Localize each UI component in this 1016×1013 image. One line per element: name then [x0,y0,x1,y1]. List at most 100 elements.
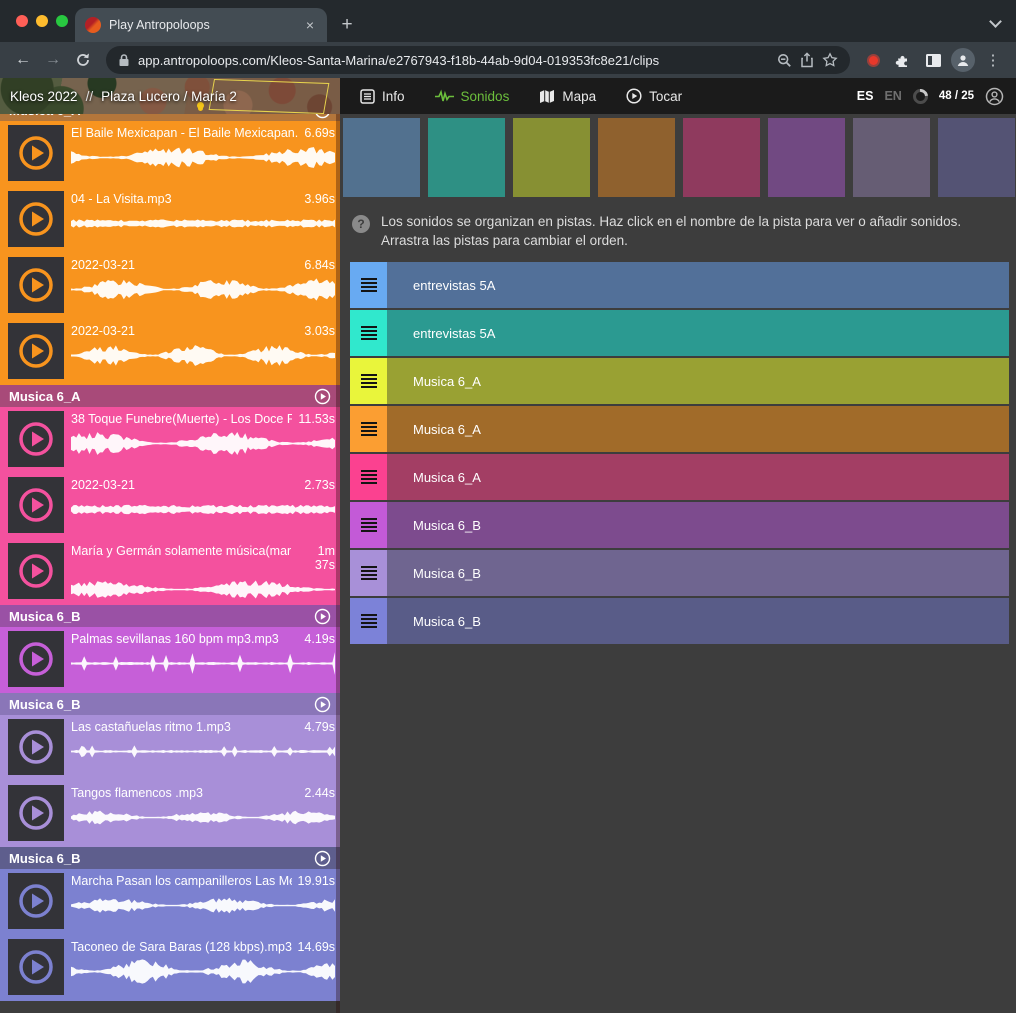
window-zoom-button[interactable] [56,15,68,27]
window-close-button[interactable] [16,15,28,27]
track-swatch[interactable] [938,118,1015,197]
track-section-header[interactable]: Musica 6_B [0,693,340,715]
track-drag-handle[interactable] [350,310,387,356]
track-row-body[interactable]: Musica 6_B [387,502,1009,548]
zoom-page-icon[interactable] [777,53,792,68]
clip-play-button[interactable] [8,257,64,313]
map-thumbnail[interactable]: Kleos 2022 // Plaza Lucero / María 2 [0,78,340,114]
track-row-body[interactable]: Musica 6_B [387,550,1009,596]
track-swatch[interactable] [853,118,930,197]
track-drag-handle[interactable] [350,454,387,500]
track-row[interactable]: Musica 6_A [350,406,1009,452]
track-row[interactable]: Musica 6_A [350,358,1009,404]
track-row[interactable]: Musica 6_B [350,502,1009,548]
track-row-body[interactable]: entrevistas 5A [387,310,1009,356]
clip-waveform[interactable] [71,496,335,523]
clip-waveform[interactable] [71,958,335,985]
track-drag-handle[interactable] [350,502,387,548]
track-section-header[interactable]: Musica 6_B [0,605,340,627]
nav-info[interactable]: Info [360,89,405,104]
track-row[interactable]: Musica 6_B [350,550,1009,596]
clip-waveform[interactable] [71,276,335,303]
tab-search-chevron-icon[interactable] [989,15,1002,28]
track-drag-handle[interactable] [350,262,387,308]
section-play-icon[interactable] [314,608,331,625]
breadcrumb-scene[interactable]: Plaza Lucero / María 2 [101,89,237,104]
forward-button[interactable]: → [40,47,66,73]
track-drag-handle[interactable] [350,598,387,644]
clip-play-button[interactable] [8,477,64,533]
clip-waveform[interactable] [71,210,335,237]
clip-title: Tangos flamencos .mp3 [71,786,298,800]
track-swatch[interactable] [683,118,760,197]
section-play-icon[interactable] [314,388,331,405]
clip-waveform[interactable] [71,342,335,369]
track-swatch[interactable] [428,118,505,197]
reload-button[interactable] [70,47,96,73]
share-icon[interactable] [800,52,814,68]
section-play-icon[interactable] [314,114,331,119]
side-panel-button[interactable] [920,47,946,73]
track-row[interactable]: Musica 6_A [350,454,1009,500]
account-icon[interactable] [985,87,1004,106]
nav-tocar[interactable]: Tocar [626,88,682,104]
clip-play-button[interactable] [8,873,64,929]
nav-mapa[interactable]: Mapa [539,89,596,104]
side-panel-icon [925,53,942,68]
lang-es-button[interactable]: ES [857,89,874,103]
clip-waveform[interactable] [71,738,335,765]
section-play-icon[interactable] [314,696,331,713]
track-row[interactable]: Musica 6_B [350,598,1009,644]
new-tab-button[interactable]: + [333,11,361,39]
clip-play-button[interactable] [8,191,64,247]
clip-waveform[interactable] [71,430,335,457]
address-bar[interactable]: app.antropoloops.com/Kleos-Santa-Marina/… [106,46,850,74]
section-play-icon[interactable] [314,850,331,867]
clip-waveform[interactable] [71,650,335,677]
clip-play-button[interactable] [8,323,64,379]
lang-en-button[interactable]: EN [884,89,901,103]
track-row[interactable]: entrevistas 5A [350,262,1009,308]
clip-waveform[interactable] [71,804,335,831]
clip-waveform[interactable] [71,144,335,171]
clip-play-button[interactable] [8,631,64,687]
back-button[interactable]: ← [10,47,36,73]
track-drag-handle[interactable] [350,406,387,452]
window-minimize-button[interactable] [36,15,48,27]
track-drag-handle[interactable] [350,550,387,596]
clip-play-button[interactable] [8,125,64,181]
browser-tab[interactable]: Play Antropoloops × [75,8,327,42]
sidebar-scrollbar[interactable] [336,114,340,1013]
track-swatch[interactable] [343,118,420,197]
track-drag-handle[interactable] [350,358,387,404]
clip-waveform[interactable] [71,892,335,919]
recording-extension-button[interactable] [860,47,886,73]
tab-close-icon[interactable]: × [303,17,317,33]
track-swatch[interactable] [513,118,590,197]
track-section-header[interactable]: Musica 6_A [0,385,340,407]
track-swatch[interactable] [768,118,845,197]
profile-button[interactable] [950,47,976,73]
track-row-body[interactable]: Musica 6_A [387,454,1009,500]
track-section-header[interactable]: Musica 6_B [0,847,340,869]
clip-play-button[interactable] [8,785,64,841]
clip-waveform[interactable] [71,576,335,603]
track-row-body[interactable]: Musica 6_B [387,598,1009,644]
clip-play-button[interactable] [8,543,64,599]
clip-main: Las castañuelas ritmo 1.mp3 4.79s [71,719,335,777]
breadcrumb-project[interactable]: Kleos 2022 [10,89,78,104]
browser-menu-button[interactable]: ⋮ [980,47,1006,73]
track-row-body[interactable]: Musica 6_A [387,358,1009,404]
clip-play-button[interactable] [8,939,64,995]
extensions-button[interactable] [890,47,916,73]
track-row-body[interactable]: Musica 6_A [387,406,1009,452]
track-swatch[interactable] [598,118,675,197]
nav-sonidos[interactable]: Sonidos [435,89,510,104]
track-section-header[interactable]: Musica 6_A [0,114,340,121]
track-row-body[interactable]: entrevistas 5A [387,262,1009,308]
clip-play-button[interactable] [8,719,64,775]
bookmark-star-icon[interactable] [822,52,838,68]
track-row[interactable]: entrevistas 5A [350,310,1009,356]
url-text[interactable]: app.antropoloops.com/Kleos-Santa-Marina/… [138,53,769,68]
clip-play-button[interactable] [8,411,64,467]
